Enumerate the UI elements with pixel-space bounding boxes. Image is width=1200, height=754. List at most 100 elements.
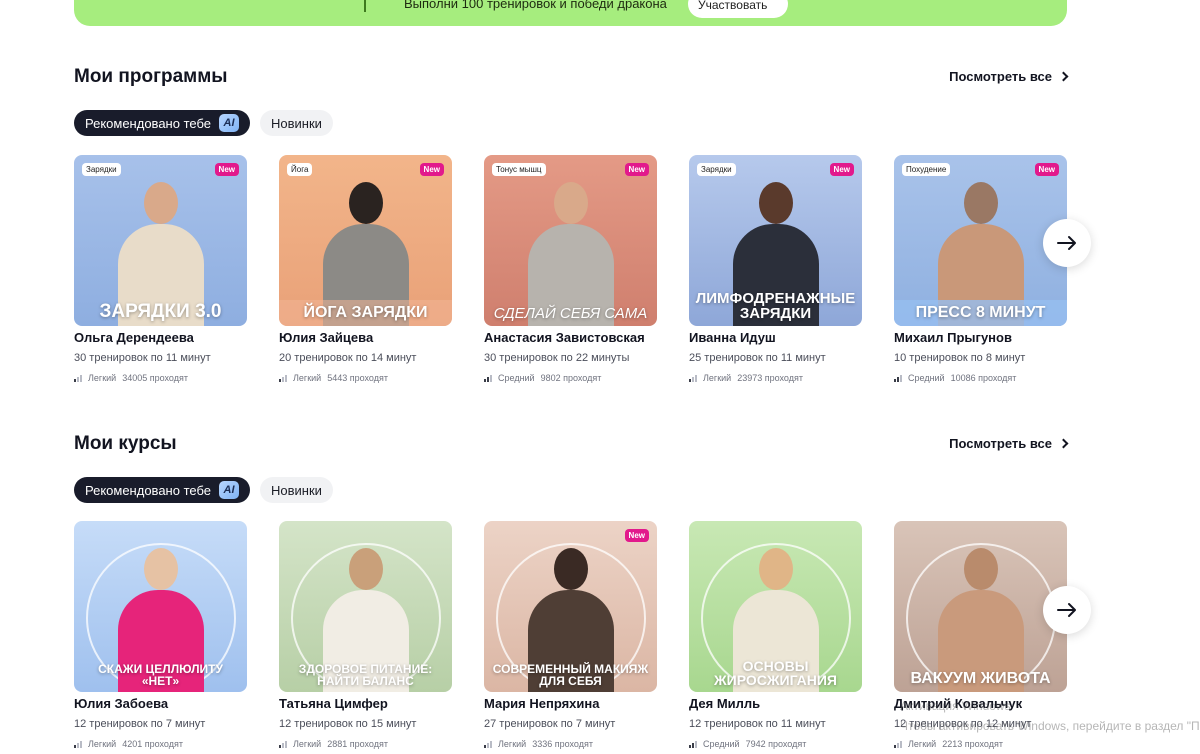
course-cover: СКАЖИ ЦЕЛЛЮЛИТУ «НЕТ» (74, 521, 247, 692)
trainer-name: Мария Непряхина (484, 696, 600, 711)
pill-label: Рекомендовано тебе (85, 115, 211, 131)
participants-count: 7942 проходят (745, 739, 807, 749)
program-meta: 10 тренировок по 8 минут (894, 352, 1026, 364)
see-all-courses-link[interactable]: Посмотреть все (949, 436, 1069, 451)
level-icon (484, 374, 492, 382)
level-label: Легкий (498, 739, 527, 749)
pill-label: Рекомендовано тебе (85, 482, 211, 498)
program-card[interactable]: Тонус мышц New СДЕЛАЙ СЕБЯ САМА Анастаси… (484, 155, 657, 383)
level-icon (484, 740, 492, 748)
level-label: Легкий (88, 739, 117, 749)
course-meta: 27 тренировок по 7 минут (484, 718, 616, 730)
new-badge: New (1034, 163, 1059, 176)
programs-section: Мои программы Посмотреть все Рекомендова… (74, 66, 1069, 396)
trainer-name: Юлия Зайцева (279, 330, 374, 345)
level-icon (689, 740, 697, 748)
category-tag: Йога (287, 163, 313, 176)
participants-count: 23973 проходят (737, 373, 803, 383)
chevron-right-icon (1058, 438, 1069, 449)
participants-count: 10086 проходят (950, 373, 1017, 383)
level-label: Средний (908, 373, 945, 383)
arrow-right-icon (1057, 236, 1076, 250)
course-stats: Легкий 4201 проходят (74, 739, 247, 749)
cover-title: ВАКУУМ ЖИВОТА (910, 670, 1051, 688)
pill-recommended[interactable]: Рекомендовано тебе AI (74, 477, 250, 503)
program-card[interactable]: Похудение New ПРЕСС 8 МИНУТ Михаил Прыгу… (894, 155, 1067, 383)
course-meta: 12 тренировок по 15 минут (279, 718, 417, 730)
trainer-name: Дея Милль (689, 696, 761, 711)
cover-title: ОСНОВЫ ЖИРОСЖИГАНИЯ (714, 657, 837, 689)
filter-pills: Рекомендовано тебе AI Новинки (74, 477, 333, 503)
program-stats: Легкий 5443 проходят (279, 373, 452, 383)
course-card[interactable]: New СОВРЕМЕННЫЙ МАКИЯЖ ДЛЯ СЕБЯ Мария Не… (484, 521, 657, 749)
pill-new[interactable]: Новинки (260, 110, 333, 136)
filter-pills: Рекомендовано тебе AI Новинки (74, 110, 333, 136)
cover-title: ЛИМФОДРЕНАЖНЫЕ ЗАРЯДКИ (695, 289, 856, 323)
cover-title: СОВРЕМЕННЫЙ МАКИЯЖ ДЛЯ СЕБЯ (492, 661, 649, 689)
course-stats: Средний 7942 проходят (689, 739, 862, 749)
watermark-line1: Активация Windows (900, 699, 1011, 713)
course-cover: ВАКУУМ ЖИВОТА (894, 521, 1067, 692)
participants-count: 2881 проходят (327, 739, 388, 749)
section-title: Мои курсы (74, 433, 177, 454)
next-programs-button[interactable] (1043, 219, 1091, 267)
program-cover: Похудение New ПРЕСС 8 МИНУТ (894, 155, 1067, 326)
course-cover: New СОВРЕМЕННЫЙ МАКИЯЖ ДЛЯ СЕБЯ (484, 521, 657, 692)
level-label: Средний (498, 373, 535, 383)
program-cover: Зарядки New ЛИМФОДРЕНАЖНЫЕ ЗАРЯДКИ (689, 155, 862, 326)
program-cover: Зарядки New ЗАРЯДКИ 3.0 (74, 155, 247, 326)
banner-text: Выполни 100 тренировок и победи дракона (404, 0, 667, 11)
new-badge: New (829, 163, 854, 176)
windows-activation-watermark: Активация Windows Чтобы активировать Win… (900, 696, 1200, 736)
category-tag: Похудение (902, 163, 951, 176)
program-card[interactable]: Зарядки New ЗАРЯДКИ 3.0 Ольга Дерендеева… (74, 155, 247, 383)
program-cover: Тонус мышц New СДЕЛАЙ СЕБЯ САМА (484, 155, 657, 326)
trainer-name: Татьяна Цимфер (279, 696, 388, 711)
watermark-line2: Чтобы активировать Windows, перейдите в … (900, 719, 1200, 733)
level-icon (894, 374, 902, 382)
participants-count: 2213 проходят (942, 739, 1003, 749)
program-card[interactable]: Йога New ЙОГА ЗАРЯДКИ Юлия Зайцева 20 тр… (279, 155, 452, 383)
course-card[interactable]: ЗДОРОВОЕ ПИТАНИЕ: НАЙТИ БАЛАНС Татьяна Ц… (279, 521, 452, 749)
see-all-programs-link[interactable]: Посмотреть все (949, 69, 1069, 84)
course-meta: 12 тренировок по 11 минут (689, 718, 826, 730)
pill-new[interactable]: Новинки (260, 477, 333, 503)
program-meta: 20 тренировок по 14 минут (279, 352, 417, 364)
category-tag: Зарядки (697, 163, 736, 176)
banner-button[interactable]: Участвовать (688, 0, 788, 18)
program-stats: Средний 9802 проходят (484, 373, 657, 383)
level-icon (74, 740, 82, 748)
next-courses-button[interactable] (1043, 586, 1091, 634)
level-label: Легкий (293, 739, 322, 749)
participants-count: 34005 проходят (122, 373, 188, 383)
program-stats: Средний 10086 проходят (894, 373, 1067, 383)
pill-recommended[interactable]: Рекомендовано тебе AI (74, 110, 250, 136)
program-cover: Йога New ЙОГА ЗАРЯДКИ (279, 155, 452, 326)
participants-count: 4201 проходят (122, 739, 183, 749)
trainer-name: Юлия Забоева (74, 696, 169, 711)
level-label: Средний (703, 739, 740, 749)
participants-count: 5443 проходят (327, 373, 388, 383)
program-meta: 25 тренировок по 11 минут (689, 352, 826, 364)
course-card[interactable]: СКАЖИ ЦЕЛЛЮЛИТУ «НЕТ» Юлия Забоева 12 тр… (74, 521, 247, 749)
program-stats: Легкий 23973 проходят (689, 373, 862, 383)
new-badge: New (419, 163, 444, 176)
category-tag: Зарядки (82, 163, 121, 176)
participants-count: 9802 проходят (540, 373, 602, 383)
section-title: Мои программы (74, 66, 228, 87)
page: Выполни 100 тренировок и победи дракона … (0, 0, 1200, 754)
program-card[interactable]: Зарядки New ЛИМФОДРЕНАЖНЫЕ ЗАРЯДКИ Иванн… (689, 155, 862, 383)
level-icon (279, 374, 287, 382)
banner-icon (364, 0, 366, 12)
trainer-name: Михаил Прыгунов (894, 330, 1012, 345)
course-meta: 12 тренировок по 7 минут (74, 718, 206, 730)
cover-title: ЗАРЯДКИ 3.0 (99, 301, 222, 323)
promo-banner[interactable]: Выполни 100 тренировок и победи дракона … (74, 0, 1067, 26)
arrow-right-icon (1057, 603, 1076, 617)
program-meta: 30 тренировок по 22 минуты (484, 352, 630, 364)
new-badge: New (624, 529, 649, 542)
level-label: Легкий (908, 739, 937, 749)
ai-badge: AI (219, 481, 239, 499)
ai-badge: AI (219, 114, 239, 132)
course-card[interactable]: ОСНОВЫ ЖИРОСЖИГАНИЯ Дея Милль 12 трениро… (689, 521, 862, 749)
